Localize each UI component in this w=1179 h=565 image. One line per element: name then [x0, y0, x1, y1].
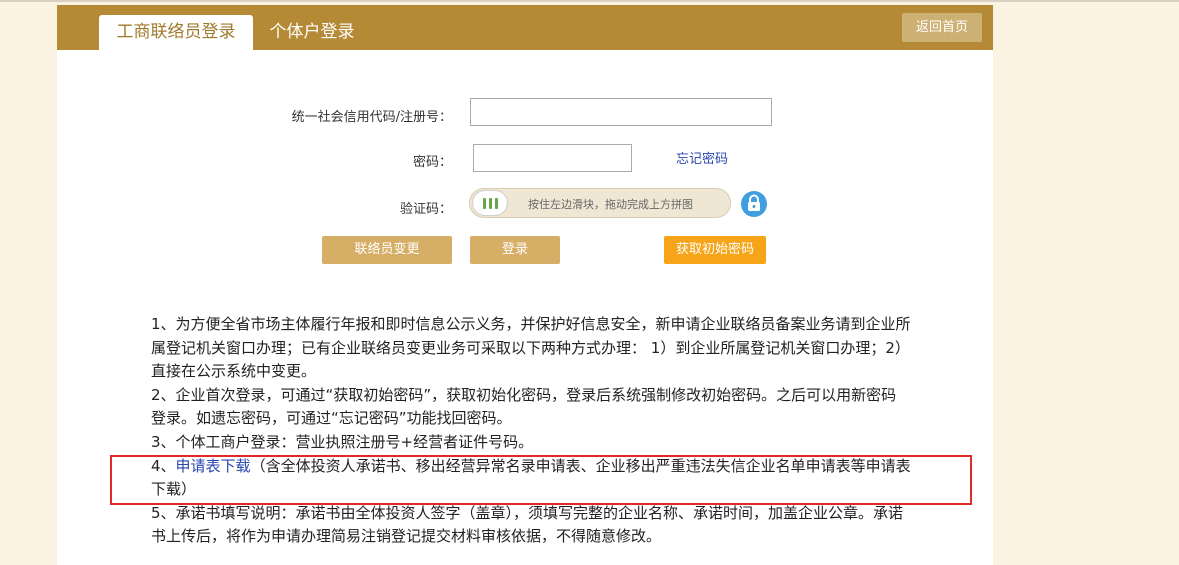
- captcha-label: 验证码：: [399, 202, 452, 217]
- tab-individual-login[interactable]: 个体户登录: [257, 15, 367, 50]
- forgot-password-link[interactable]: 忘记密码: [676, 148, 728, 167]
- change-contact-button[interactable]: 联络员变更: [322, 236, 452, 264]
- password-label: 密码：: [412, 155, 452, 170]
- note-1: 1、为方便全省市场主体履行年报和即时信息公示义务，并保护好信息安全，新申请企业联…: [151, 315, 911, 381]
- note-5: 5、承诺书填写说明：承诺书由全体投资人签字（盖章），须填写完整的企业名称、承诺时…: [151, 503, 904, 546]
- grip-bar-icon: [488, 197, 492, 209]
- password-input[interactable]: [473, 144, 632, 172]
- note-3: 3、个体工商户登录：营业执照注册号+经营者证件号码。: [151, 432, 534, 451]
- grip-bar-icon: [482, 197, 486, 209]
- grip-bar-icon: [494, 197, 498, 209]
- lock-icon[interactable]: [741, 191, 767, 217]
- tab-contact-login[interactable]: 工商联络员登录: [99, 15, 253, 50]
- login-header: 工商联络员登录 个体户登录 返回首页: [57, 5, 993, 50]
- lock-icon-svg: [748, 194, 760, 211]
- return-home-button[interactable]: 返回首页: [902, 13, 982, 42]
- instructions: 1、为方便全省市场主体履行年报和即时信息公示义务，并保护好信息安全，新申请企业联…: [151, 313, 911, 549]
- captcha-slider[interactable]: 按住左边滑块，拖动完成上方拼图: [469, 188, 731, 218]
- slider-handle[interactable]: [472, 190, 508, 216]
- highlight-box: [110, 455, 972, 505]
- window-top-edge: [0, 0, 1179, 2]
- login-button[interactable]: 登录: [470, 236, 560, 264]
- credit-code-label: 统一社会信用代码/注册号：: [291, 110, 452, 125]
- slider-hint: 按住左边滑块，拖动完成上方拼图: [528, 198, 693, 211]
- get-initial-password-button[interactable]: 获取初始密码: [664, 236, 766, 264]
- credit-code-input[interactable]: [470, 98, 772, 126]
- note-2: 2、企业首次登录，可通过“获取初始密码”，获取初始化密码，登录后系统强制修改初始…: [151, 385, 897, 428]
